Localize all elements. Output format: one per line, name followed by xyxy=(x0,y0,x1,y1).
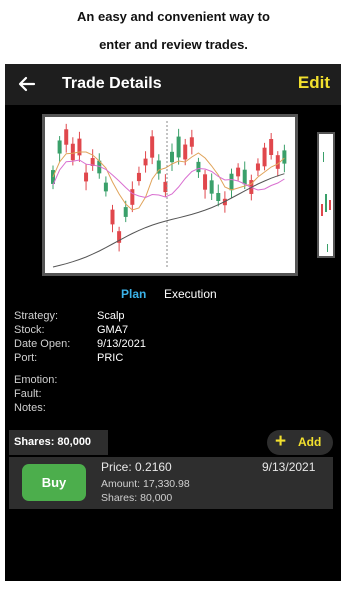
promo-line-2: enter and review trades. xyxy=(99,37,248,52)
candle-body xyxy=(189,137,194,147)
candle-body xyxy=(229,173,234,191)
trade-shares: Shares: 80,000 xyxy=(101,492,173,504)
candle-body xyxy=(103,182,108,192)
notes-label: Notes: xyxy=(14,402,46,414)
add-button-label: Add xyxy=(298,435,322,449)
candle-body xyxy=(269,139,274,155)
candle-body xyxy=(196,161,201,173)
candle-body xyxy=(57,140,62,154)
next-chart-image-preview[interactable] xyxy=(317,132,335,258)
candle-body xyxy=(255,163,260,171)
shares-total-tab: Shares: 80,000 xyxy=(9,430,108,455)
candle-body xyxy=(130,189,135,205)
candle-body xyxy=(136,172,141,182)
date-open-label: Date Open: xyxy=(14,338,71,350)
candle-body xyxy=(236,167,241,177)
strategy-label: Strategy: xyxy=(14,310,59,322)
candle-body xyxy=(203,174,208,190)
date-open-value: 9/13/2021 xyxy=(97,338,146,350)
edit-button[interactable]: Edit xyxy=(298,73,330,93)
candle-body xyxy=(84,172,89,182)
candle-body xyxy=(176,136,181,158)
stock-value: GMA7 xyxy=(97,324,129,336)
candle-body xyxy=(77,138,82,156)
trade-row[interactable]: Buy Price: 0.2160 9/13/2021 Amount: 17,3… xyxy=(9,457,333,509)
candle-body xyxy=(275,155,280,169)
promo-line-1: An easy and convenient way to xyxy=(77,9,270,24)
arrow-left-icon[interactable] xyxy=(17,74,37,94)
candle-body xyxy=(170,151,174,163)
port-value: PRIC xyxy=(97,352,124,364)
plus-icon: + xyxy=(275,431,287,452)
candle-body xyxy=(183,144,188,160)
fault-label: Fault: xyxy=(14,388,42,400)
add-trade-button[interactable]: + Add xyxy=(267,430,333,455)
candle-body xyxy=(143,158,148,166)
trade-date: 9/13/2021 xyxy=(262,460,316,474)
app-bar: Trade Details Edit xyxy=(5,64,341,105)
page-title: Trade Details xyxy=(62,75,162,92)
candle-body xyxy=(110,209,115,225)
tab-execution[interactable]: Execution xyxy=(164,287,217,301)
candle-body xyxy=(282,150,287,164)
candle-body xyxy=(70,143,75,161)
tab-plan[interactable]: Plan xyxy=(121,287,146,301)
candle-body xyxy=(123,207,128,217)
trade-chart-image[interactable] xyxy=(42,114,298,276)
phone-screen: Trade Details Edit Plan Execution Strate… xyxy=(5,64,341,581)
trade-price: Price: 0.2160 xyxy=(101,460,172,474)
buy-button[interactable]: Buy xyxy=(22,464,86,501)
candle-body xyxy=(242,169,247,185)
candle-body xyxy=(216,192,221,202)
moving-average-long-line xyxy=(52,173,285,268)
trade-amount: Amount: 17,330.98 xyxy=(101,478,190,490)
candlestick-chart xyxy=(51,121,287,269)
strategy-value: Scalp xyxy=(97,310,125,322)
emotion-label: Emotion: xyxy=(14,374,58,386)
port-label: Port: xyxy=(14,352,38,364)
candle-body xyxy=(209,180,214,194)
candle-body xyxy=(262,147,267,167)
stock-label: Stock: xyxy=(14,324,45,336)
candlestick-chart-preview xyxy=(321,152,331,252)
candle-body xyxy=(150,136,155,158)
candle-body xyxy=(64,129,69,145)
